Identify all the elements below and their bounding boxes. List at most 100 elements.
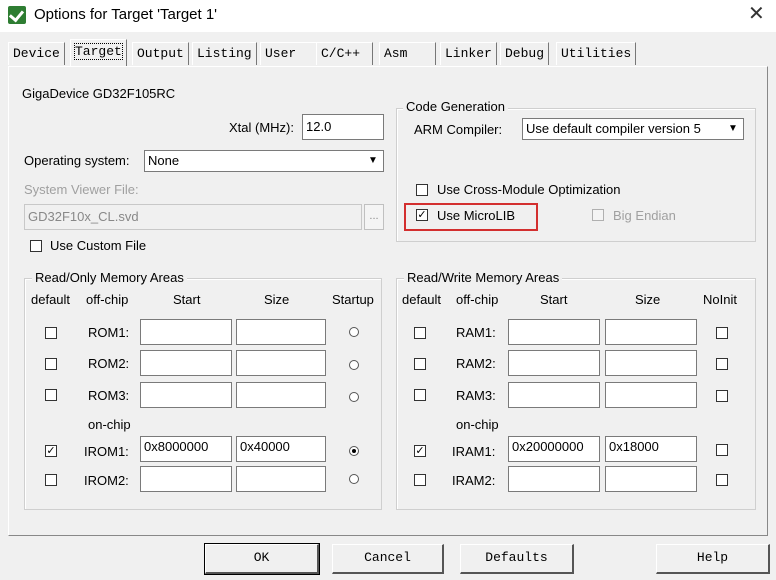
tab-asm[interactable]: Asm [379,42,437,65]
keil-logo-icon [8,6,26,24]
svd-input[interactable]: GD32F10x_CL.svd [24,204,362,230]
defaults-button[interactable]: Defaults [460,544,574,574]
irom2-size-input[interactable] [236,466,326,492]
compiler-select[interactable]: Use default compiler version 5 ▼ [522,118,744,140]
ok-button[interactable]: OK [204,543,320,575]
rom2-start-input[interactable] [140,350,232,376]
irom1-startup-radio[interactable] [349,446,359,456]
ro-onchip-label: on-chip [88,417,131,432]
svd-browse-button[interactable]: ... [364,204,384,230]
rom2-default-checkbox[interactable] [45,358,57,370]
iram2-start-input[interactable] [508,466,600,492]
iram1-default-checkbox[interactable]: ✓ [414,445,426,457]
rom3-startup-radio[interactable] [349,392,359,402]
iram1-start-input[interactable]: 0x20000000 [508,436,600,462]
ram1-label: RAM1: [456,325,496,340]
microlib-checkbox[interactable]: ✓ [416,209,428,221]
tab-cpp[interactable]: C/C++ [316,42,374,65]
rom1-start-input[interactable] [140,319,232,345]
tab-target[interactable]: Target [70,39,127,66]
ram3-label: RAM3: [456,388,496,403]
irom1-size-input[interactable]: 0x40000 [236,436,326,462]
window-title: Options for Target 'Target 1' [34,6,218,23]
rw-header-start: Start [540,292,568,307]
ram2-noinit-checkbox[interactable] [716,358,728,370]
rw-onchip-label: on-chip [456,417,499,432]
irom1-default-checkbox[interactable]: ✓ [45,445,57,457]
ram1-start-input[interactable] [508,319,600,345]
iram1-noinit-checkbox[interactable] [716,444,728,456]
irom1-start-input[interactable]: 0x8000000 [140,436,232,462]
ram2-start-input[interactable] [508,350,600,376]
iram1-size-input[interactable]: 0x18000 [605,436,697,462]
xtal-label: Xtal (MHz): [229,120,294,135]
rw-header-offchip: off-chip [456,292,499,307]
ram1-default-checkbox[interactable] [414,327,426,339]
chevron-down-icon: ▼ [368,155,378,166]
compiler-label: ARM Compiler: [414,122,503,137]
rom1-default-checkbox[interactable] [45,327,57,339]
custom-file-checkbox[interactable] [30,240,42,252]
iram2-size-input[interactable] [605,466,697,492]
os-value: None [148,153,180,168]
rom2-label: ROM2: [88,356,130,371]
xtal-input[interactable]: 12.0 [302,114,384,140]
rom3-size-input[interactable] [236,382,326,408]
rw-header-default: default [402,292,442,307]
code-generation-title: Code Generation [403,99,509,114]
microlib-label: Use MicroLIB [437,208,516,223]
compiler-value: Use default compiler version 5 [526,121,701,136]
ram2-default-checkbox[interactable] [414,358,426,370]
tab-device[interactable]: Device [8,42,65,65]
help-button[interactable]: Help [656,544,770,574]
iram1-label: IRAM1: [452,444,496,459]
irom2-start-input[interactable] [140,466,232,492]
tab-debug[interactable]: Debug [500,42,550,65]
ram2-size-input[interactable] [605,350,697,376]
cancel-button[interactable]: Cancel [332,544,444,574]
iram2-default-checkbox[interactable] [414,474,426,486]
ram3-start-input[interactable] [508,382,600,408]
ram1-size-input[interactable] [605,319,697,345]
big-endian-checkbox[interactable] [592,209,604,221]
custom-file-label: Use Custom File [50,238,147,253]
ro-header-start: Start [173,292,201,307]
close-icon[interactable]: ✕ [748,4,765,24]
ram2-label: RAM2: [456,356,496,371]
os-select[interactable]: None ▼ [144,150,384,172]
irom2-startup-radio[interactable] [349,474,359,484]
tab-user[interactable]: User [260,42,320,65]
rom1-startup-radio[interactable] [349,327,359,337]
irom2-default-checkbox[interactable] [45,474,57,486]
ram3-size-input[interactable] [605,382,697,408]
ram3-default-checkbox[interactable] [414,389,426,401]
rom2-startup-radio[interactable] [349,360,359,370]
rom3-default-checkbox[interactable] [45,389,57,401]
rom3-start-input[interactable] [140,382,232,408]
svd-label: System Viewer File: [24,182,139,197]
ro-memory-title: Read/Only Memory Areas [32,270,187,285]
tab-linker[interactable]: Linker [440,42,497,65]
iram2-noinit-checkbox[interactable] [716,474,728,486]
tab-output[interactable]: Output [132,42,189,65]
big-endian-label: Big Endian [613,208,676,223]
tab-utilities[interactable]: Utilities [556,42,637,65]
rom2-size-input[interactable] [236,350,326,376]
rom3-label: ROM3: [88,388,130,403]
ro-header-size: Size [264,292,290,307]
ram1-noinit-checkbox[interactable] [716,327,728,339]
rw-header-size: Size [635,292,661,307]
irom1-label: IROM1: [84,444,129,459]
ro-header-startup: Startup [332,292,374,307]
cross-module-label: Use Cross-Module Optimization [437,182,621,197]
cross-module-checkbox[interactable] [416,184,428,196]
tab-listing[interactable]: Listing [192,42,257,65]
title-bar: Options for Target 'Target 1' ✕ [0,0,776,32]
ram3-noinit-checkbox[interactable] [716,390,728,402]
ro-header-offchip: off-chip [86,292,129,307]
irom2-label: IROM2: [84,473,129,488]
rw-memory-title: Read/Write Memory Areas [404,270,563,285]
rw-header-noinit: NoInit [703,292,737,307]
ro-header-default: default [31,292,71,307]
rom1-size-input[interactable] [236,319,326,345]
